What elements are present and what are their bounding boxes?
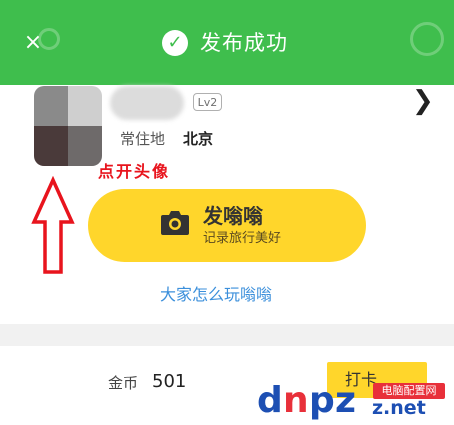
coins-label: 金币 xyxy=(108,374,139,392)
watermark-domain: z.net xyxy=(372,397,426,419)
residence-city: 北京 xyxy=(183,130,214,148)
camera-icon xyxy=(161,211,189,235)
wm-letter-p: p xyxy=(309,380,335,421)
post-title: 发嗡嗡 xyxy=(203,204,263,228)
chevron-right-icon[interactable]: ❯ xyxy=(412,88,438,114)
section-divider xyxy=(0,324,454,346)
username-blurred xyxy=(110,86,184,120)
message-icon xyxy=(410,22,444,56)
wm-letter-z: z xyxy=(335,380,356,421)
check-icon: ✓ xyxy=(162,30,188,56)
watermark-logo: d n p z xyxy=(257,380,356,421)
toast-message: 发布成功 xyxy=(200,31,288,55)
howto-link[interactable]: 大家怎么玩嗡嗡 xyxy=(160,283,272,307)
annotation-text: 点开头像 xyxy=(98,162,171,181)
residence-label: 常住地 xyxy=(120,130,166,148)
level-badge: Lv2 xyxy=(193,93,222,111)
coins-value: 501 xyxy=(152,371,187,392)
arrow-up-icon xyxy=(31,176,75,274)
close-icon[interactable]: × xyxy=(22,32,44,54)
post-subtitle: 记录旅行美好 xyxy=(203,231,282,246)
avatar[interactable] xyxy=(34,86,102,166)
wm-letter-d: d xyxy=(257,380,283,421)
wm-letter-n: n xyxy=(283,380,309,421)
